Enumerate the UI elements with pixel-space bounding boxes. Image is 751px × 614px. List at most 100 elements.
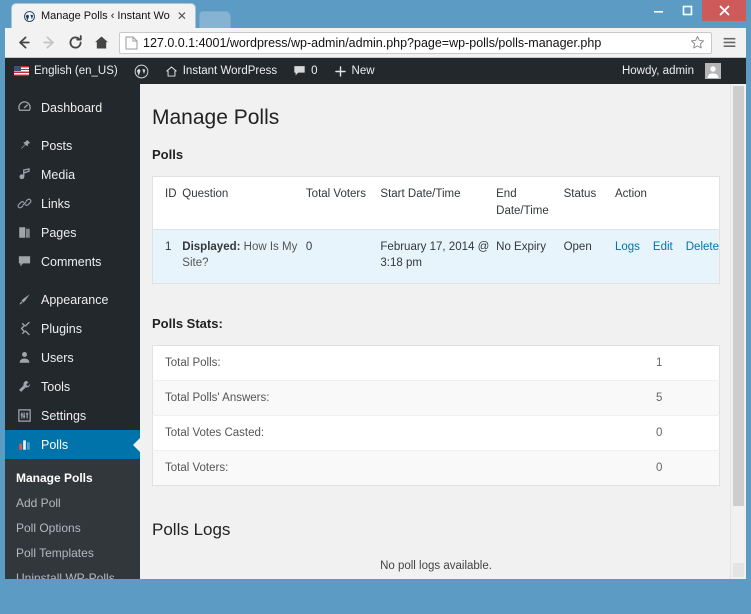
home-button[interactable]	[89, 31, 113, 55]
column-header-start-datetime[interactable]: Start Date/Time	[380, 176, 497, 230]
adminbar-comments[interactable]: 0	[285, 58, 325, 84]
sidebar-item-plugins[interactable]: Plugins	[5, 314, 140, 343]
edit-link[interactable]: Edit	[653, 241, 673, 253]
stat-value-total-polls: 1	[599, 345, 720, 382]
tab-title: Manage Polls ‹ Instant Wo	[41, 10, 170, 22]
adminbar-site-label: Instant WordPress	[182, 65, 278, 77]
sidebar-label: Settings	[41, 408, 87, 423]
page-scrollbar-thumb[interactable]	[733, 86, 744, 506]
page-scrollbar[interactable]	[730, 84, 746, 579]
sidebar-item-dashboard[interactable]: Dashboard	[5, 93, 140, 122]
url-text[interactable]: 127.0.0.1:4001/wordpress/wp-admin/admin.…	[143, 36, 690, 50]
submenu-item-poll-templates[interactable]: Poll Templates	[5, 541, 140, 566]
column-header-id[interactable]: ID	[152, 176, 183, 230]
sidebar-item-appearance[interactable]: Appearance	[5, 285, 140, 314]
cell-status: Open	[563, 229, 615, 284]
wordpress-logo-icon	[134, 64, 149, 78]
sidebar-item-media[interactable]: Media	[5, 160, 140, 189]
plug-icon	[16, 321, 33, 336]
admin-body: Dashboard Posts Media Links Pages Commen…	[5, 84, 746, 579]
sidebar-top-spacer	[5, 84, 140, 93]
address-bar[interactable]: 127.0.0.1:4001/wordpress/wp-admin/admin.…	[119, 31, 712, 54]
back-button[interactable]	[11, 31, 35, 55]
media-icon	[16, 167, 33, 182]
adminbar-new[interactable]: New	[326, 58, 383, 84]
title-bar: Manage Polls ‹ Instant Wo ✕	[5, 0, 746, 28]
column-header-end-datetime[interactable]: End Date/Time	[496, 176, 564, 230]
submenu-item-uninstall-wp-polls[interactable]: Uninstall WP-Polls	[5, 566, 140, 579]
adminbar-comments-count: 0	[311, 65, 318, 77]
comment-icon	[16, 254, 33, 269]
sidebar-item-tools[interactable]: Tools	[5, 372, 140, 401]
us-flag-icon	[14, 66, 29, 76]
column-header-status[interactable]: Status	[563, 176, 615, 230]
delete-link[interactable]: Delete	[686, 241, 719, 253]
avatar	[705, 63, 721, 79]
sidebar-label: Dashboard	[41, 100, 103, 115]
cell-question: Displayed: How Is My Site?	[182, 229, 306, 284]
polls-stats-table: Total Polls: 1 Total Polls' Answers: 5 T…	[152, 344, 720, 487]
minimize-button[interactable]	[644, 0, 673, 20]
cell-total-voters: 0	[305, 229, 381, 284]
adminbar-site-name[interactable]: Instant WordPress	[157, 58, 285, 84]
sidebar-label: Posts	[41, 138, 73, 153]
stat-label-total-polls: Total Polls:	[152, 345, 600, 382]
sidebar-label: Links	[41, 196, 71, 211]
admin-sidebar: Dashboard Posts Media Links Pages Commen…	[5, 84, 140, 579]
sidebar-item-links[interactable]: Links	[5, 189, 140, 218]
new-tab-button[interactable]	[198, 11, 231, 28]
link-icon	[16, 196, 33, 211]
column-header-question[interactable]: Question	[182, 176, 306, 230]
sidebar-label: Appearance	[41, 292, 109, 307]
adminbar-wp-logo[interactable]	[126, 58, 157, 84]
close-button[interactable]	[702, 0, 746, 21]
column-header-total-voters[interactable]: Total Voters	[305, 176, 381, 230]
browser-tab[interactable]: Manage Polls ‹ Instant Wo ✕	[11, 3, 196, 28]
submenu-item-manage-polls[interactable]: Manage Polls	[5, 466, 140, 491]
sidebar-item-posts[interactable]: Posts	[5, 131, 140, 160]
column-header-action[interactable]: Action	[614, 176, 720, 230]
submenu-item-add-poll[interactable]: Add Poll	[5, 491, 140, 516]
adminbar-howdy: Howdy, admin	[621, 65, 694, 77]
polls-logs-heading: Polls Logs	[152, 520, 231, 540]
cell-start-datetime: February 17, 2014 @ 3:18 pm	[380, 229, 497, 284]
adminbar-language[interactable]: English (en_US)	[5, 58, 126, 84]
sidebar-separator-2	[5, 276, 140, 285]
submenu-item-poll-options[interactable]: Poll Options	[5, 516, 140, 541]
forward-button[interactable]	[37, 31, 61, 55]
tab-close-icon[interactable]: ✕	[177, 10, 187, 22]
wp-admin-bar: English (en_US) Instant WordPress 0 New	[5, 58, 746, 84]
sidebar-item-users[interactable]: Users	[5, 343, 140, 372]
browser-menu-icon[interactable]	[718, 35, 740, 50]
polls-submenu: Manage Polls Add Poll Poll Options Poll …	[5, 459, 140, 579]
sidebar-separator-1	[5, 122, 140, 131]
bookmark-star-icon[interactable]	[690, 35, 706, 50]
polls-table: ID Question Total Voters Start Date/Time…	[152, 176, 720, 284]
adminbar-new-label: New	[351, 65, 375, 77]
page-scrollbar-bottom-button[interactable]	[733, 563, 744, 577]
user-icon	[16, 350, 33, 365]
pin-icon	[16, 138, 33, 153]
adminbar-account[interactable]: Howdy, admin	[614, 58, 729, 84]
table-row: Total Polls' Answers: 5	[152, 380, 720, 417]
wordpress-favicon	[22, 9, 36, 23]
table-row: Total Votes Casted: 0	[152, 415, 720, 452]
sidebar-item-settings[interactable]: Settings	[5, 401, 140, 430]
plus-icon	[334, 65, 346, 77]
page-title: Manage Polls	[152, 106, 280, 129]
sidebar-item-polls[interactable]: Polls	[5, 430, 140, 459]
stat-value-total-answers: 5	[599, 380, 720, 417]
sidebar-label: Polls	[41, 437, 69, 452]
reload-button[interactable]	[63, 31, 87, 55]
stat-label-total-voters: Total Voters:	[165, 462, 229, 475]
logs-link[interactable]: Logs	[615, 241, 640, 253]
stat-value-total-votes: 0	[599, 415, 720, 452]
brush-icon	[16, 292, 33, 307]
adminbar-language-label: English (en_US)	[34, 65, 118, 77]
sidebar-item-comments[interactable]: Comments	[5, 247, 140, 276]
table-row: Total Voters: 0	[152, 450, 720, 486]
wrench-icon	[16, 379, 33, 394]
stat-label-total-answers: Total Polls' Answers:	[152, 380, 600, 417]
sidebar-item-pages[interactable]: Pages	[5, 218, 140, 247]
maximize-button[interactable]	[673, 0, 702, 20]
